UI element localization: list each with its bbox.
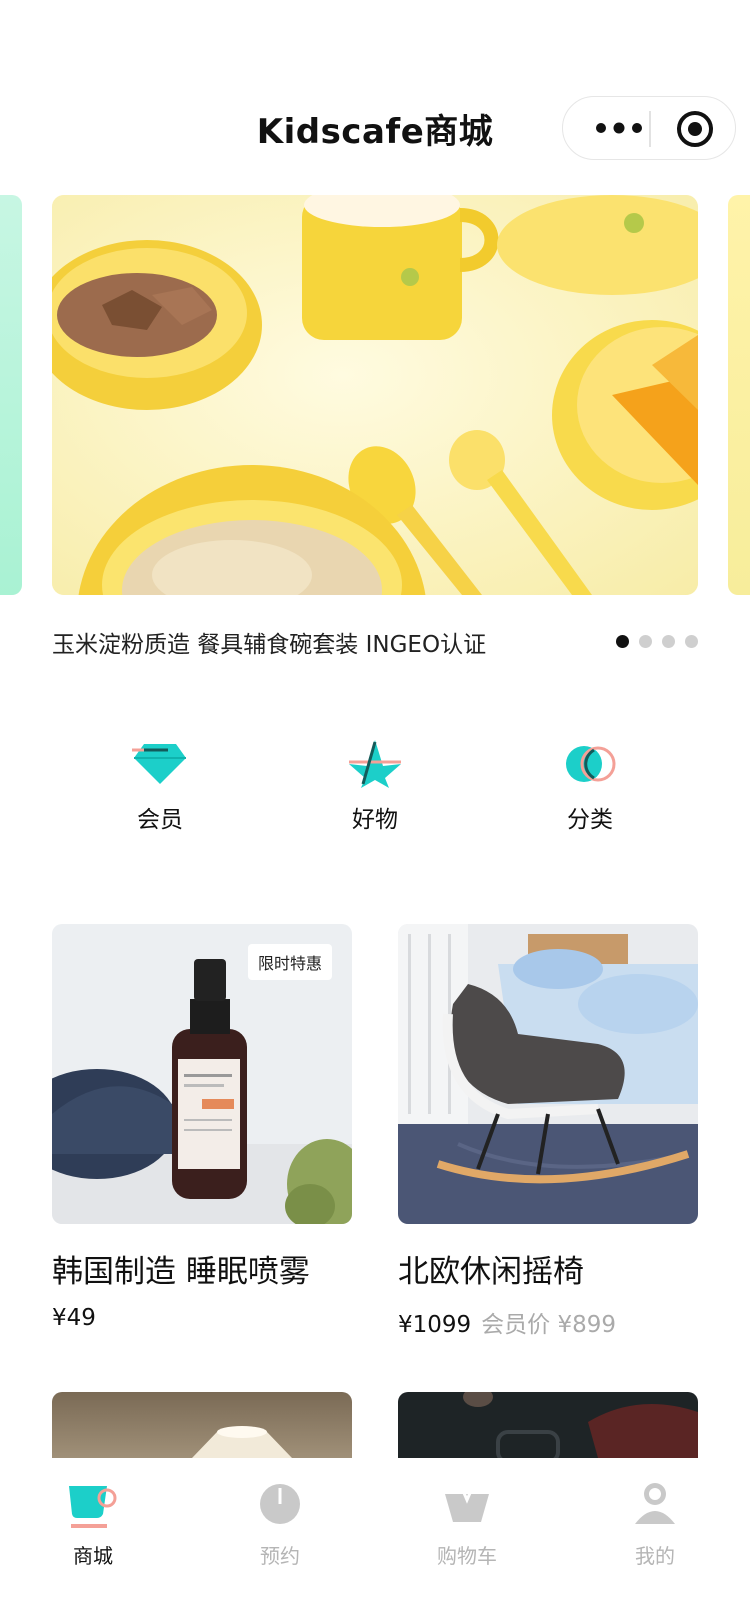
carousel-indicator[interactable] xyxy=(616,635,698,649)
tab-cart[interactable]: 购物车 xyxy=(402,1474,532,1569)
entry-member[interactable]: 会员 xyxy=(90,730,230,840)
promo-tag: 限时特惠 xyxy=(247,944,332,980)
product-card[interactable]: 北欧休闲摇椅 ¥1099 会员价 ¥899 xyxy=(398,924,698,1339)
product-price: ¥49 xyxy=(52,1305,352,1331)
capsule-divider xyxy=(649,111,651,147)
product-card[interactable] xyxy=(398,1392,698,1458)
clock-icon xyxy=(260,1484,300,1524)
mini-program-capsule xyxy=(562,96,736,160)
diamond-icon xyxy=(132,744,186,784)
tab-profile-label: 我的 xyxy=(635,1544,675,1568)
carousel-dot[interactable] xyxy=(639,635,652,648)
entry-goods[interactable]: 好物 xyxy=(305,730,445,840)
profile-icon xyxy=(635,1483,675,1524)
entry-goods-label: 好物 xyxy=(352,807,398,833)
banner-caption-row: 玉米淀粉质造 餐具辅食碗套装 INGEO认证 xyxy=(52,625,698,661)
cup-icon xyxy=(69,1486,117,1528)
product-card[interactable] xyxy=(52,1392,352,1458)
tab-profile[interactable]: 我的 xyxy=(590,1474,720,1569)
tab-mall-label: 商城 xyxy=(73,1544,113,1568)
prev-slide-peek[interactable] xyxy=(0,195,22,595)
banner-slide[interactable] xyxy=(52,195,698,595)
close-mini-program-icon[interactable] xyxy=(675,109,715,149)
price-value: ¥1099 xyxy=(398,1312,472,1338)
tab-mall[interactable]: 商城 xyxy=(28,1474,158,1569)
product-price: ¥1099 会员价 ¥899 xyxy=(398,1305,698,1339)
carousel-dot[interactable] xyxy=(662,635,675,648)
dark-product-image xyxy=(463,1392,698,1458)
entry-category[interactable]: 分类 xyxy=(520,730,660,840)
banner-carousel[interactable] xyxy=(0,195,750,597)
carousel-dot[interactable] xyxy=(616,635,629,648)
product-image: 限时特惠 xyxy=(52,924,352,1224)
quick-entries: 会员 好物 分类 xyxy=(0,730,750,840)
tab-booking[interactable]: 预约 xyxy=(215,1474,345,1569)
product-name: 北欧休闲摇椅 xyxy=(398,1254,584,1290)
price-value: ¥49 xyxy=(52,1305,96,1331)
lamp-image xyxy=(192,1426,292,1458)
product-row-partial xyxy=(52,1392,698,1458)
entry-category-label: 分类 xyxy=(567,807,613,833)
tab-cart-label: 购物车 xyxy=(437,1544,497,1568)
member-price: 会员价 ¥899 xyxy=(481,1312,617,1338)
rocking-chair-image xyxy=(398,924,698,1224)
cart-icon xyxy=(445,1485,489,1522)
more-options-icon[interactable] xyxy=(589,113,649,143)
circles-icon xyxy=(566,746,616,782)
tab-booking-label: 预约 xyxy=(260,1544,300,1568)
carousel-dot[interactable] xyxy=(685,635,698,648)
product-name: 韩国制造 睡眠喷雾 xyxy=(52,1254,310,1290)
banner-caption: 玉米淀粉质造 餐具辅食碗套装 INGEO认证 xyxy=(52,632,487,658)
next-slide-peek[interactable] xyxy=(728,195,750,595)
navigation-bar: Kidscafe商城 xyxy=(0,0,750,190)
star-icon xyxy=(349,740,401,788)
tab-bar: 商城 预约 购物车 我的 xyxy=(0,1458,750,1624)
product-card[interactable]: 限时特惠 韩国制造 睡眠喷雾 ¥49 xyxy=(52,924,352,1331)
entry-member-label: 会员 xyxy=(137,807,183,833)
banner-image xyxy=(52,195,698,595)
product-image xyxy=(398,924,698,1224)
